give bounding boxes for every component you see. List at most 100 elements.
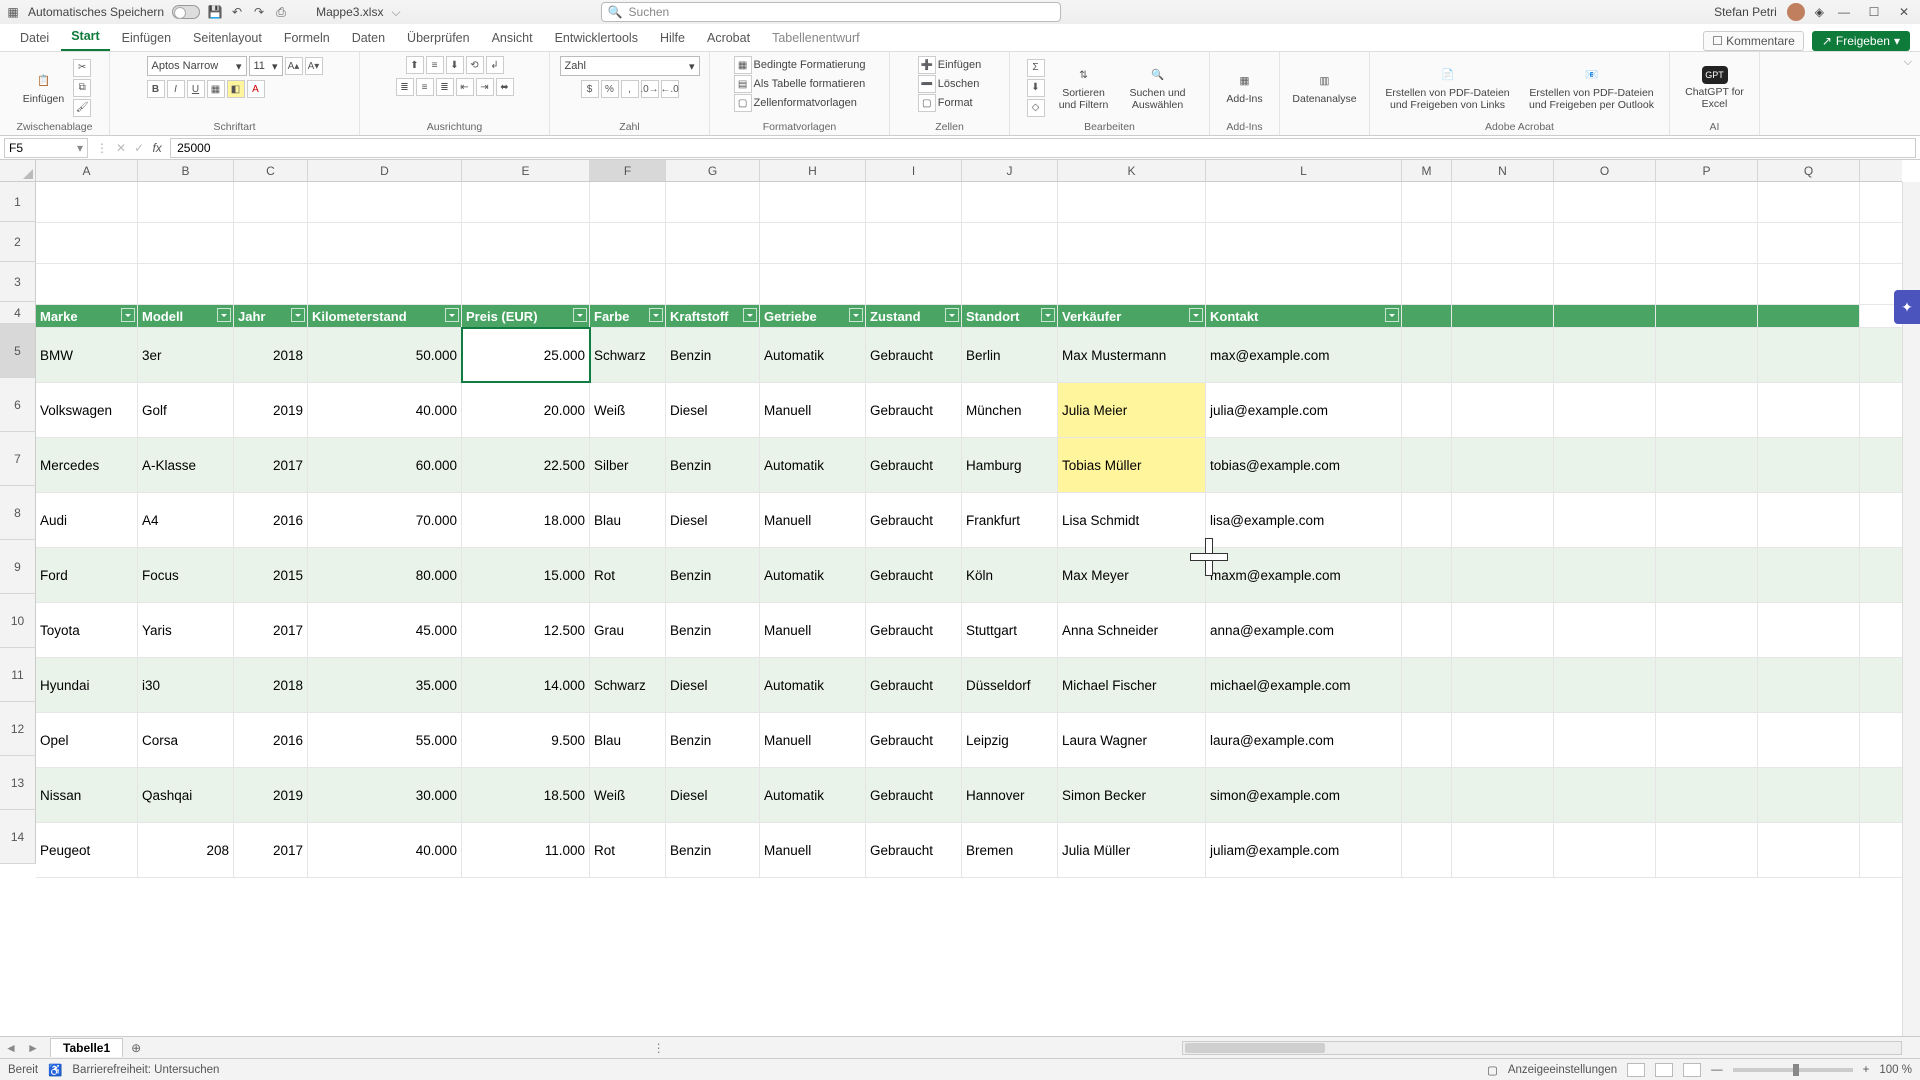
cell-C8[interactable]: 2016 bbox=[234, 493, 308, 547]
cell-I10[interactable]: Gebraucht bbox=[866, 603, 962, 657]
status-accessibility[interactable]: Barrierefreiheit: Untersuchen bbox=[72, 1064, 219, 1076]
increase-indent-icon[interactable]: ⇥ bbox=[476, 78, 494, 96]
view-page-layout-icon[interactable] bbox=[1655, 1063, 1673, 1077]
merge-icon[interactable]: ⬌ bbox=[496, 78, 514, 96]
col-header-N[interactable]: N bbox=[1452, 160, 1554, 181]
number-format-select[interactable]: Zahl▾ bbox=[560, 56, 700, 76]
tab-start[interactable]: Start bbox=[61, 25, 109, 51]
table-header-G[interactable]: Kraftstoff bbox=[666, 305, 760, 327]
cell-K7[interactable]: Tobias Müller bbox=[1058, 438, 1206, 492]
cell-N9[interactable] bbox=[1452, 548, 1554, 602]
cell-P13[interactable] bbox=[1656, 768, 1758, 822]
close-button[interactable]: ✕ bbox=[1894, 5, 1914, 19]
cell-M9[interactable] bbox=[1402, 548, 1452, 602]
cell-Q13[interactable] bbox=[1758, 768, 1860, 822]
cell-I8[interactable]: Gebraucht bbox=[866, 493, 962, 547]
cell-G8[interactable]: Diesel bbox=[666, 493, 760, 547]
cell-L8[interactable]: lisa@example.com bbox=[1206, 493, 1402, 547]
row-header-6[interactable]: 6 bbox=[0, 378, 36, 432]
font-name-select[interactable]: Aptos Narrow▾ bbox=[147, 56, 247, 76]
cell-F12[interactable]: Blau bbox=[590, 713, 666, 767]
decrease-font-icon[interactable]: A▾ bbox=[305, 57, 323, 75]
cell-H14[interactable]: Manuell bbox=[760, 823, 866, 877]
cell-B14[interactable]: 208 bbox=[138, 823, 234, 877]
col-header-J[interactable]: J bbox=[962, 160, 1058, 181]
align-middle-icon[interactable]: ≡ bbox=[426, 56, 444, 74]
horizontal-scrollbar[interactable] bbox=[1182, 1041, 1902, 1055]
cell-K10[interactable]: Anna Schneider bbox=[1058, 603, 1206, 657]
cell-J9[interactable]: Köln bbox=[962, 548, 1058, 602]
view-normal-icon[interactable] bbox=[1627, 1063, 1645, 1077]
cell-A8[interactable]: Audi bbox=[36, 493, 138, 547]
cell-J10[interactable]: Stuttgart bbox=[962, 603, 1058, 657]
font-size-select[interactable]: 11▾ bbox=[249, 56, 283, 76]
row-header-8[interactable]: 8 bbox=[0, 486, 36, 540]
cell-A11[interactable]: Hyundai bbox=[36, 658, 138, 712]
cell-H7[interactable]: Automatik bbox=[760, 438, 866, 492]
orientation-icon[interactable]: ⟲ bbox=[466, 56, 484, 74]
cell-N14[interactable] bbox=[1452, 823, 1554, 877]
cell-B13[interactable]: Qashqai bbox=[138, 768, 234, 822]
col-header-L[interactable]: L bbox=[1206, 160, 1402, 181]
cell-O11[interactable] bbox=[1554, 658, 1656, 712]
cell-O13[interactable] bbox=[1554, 768, 1656, 822]
cell-J13[interactable]: Hannover bbox=[962, 768, 1058, 822]
cancel-formula-icon[interactable]: ✕ bbox=[112, 141, 130, 155]
currency-icon[interactable]: $ bbox=[581, 80, 599, 98]
filter-button[interactable] bbox=[291, 308, 305, 322]
formula-input[interactable]: 25000 bbox=[170, 138, 1916, 158]
col-header-D[interactable]: D bbox=[308, 160, 462, 181]
cell-E8[interactable]: 18.000 bbox=[462, 493, 590, 547]
table-header-B[interactable]: Modell bbox=[138, 305, 234, 327]
filter-button[interactable] bbox=[573, 308, 587, 322]
row-header-10[interactable]: 10 bbox=[0, 594, 36, 648]
tab-hilfe[interactable]: Hilfe bbox=[650, 27, 695, 51]
cell-P7[interactable] bbox=[1656, 438, 1758, 492]
cell-E9[interactable]: 15.000 bbox=[462, 548, 590, 602]
view-page-break-icon[interactable] bbox=[1683, 1063, 1701, 1077]
clear-icon[interactable]: ◇ bbox=[1027, 99, 1045, 117]
cell-D13[interactable]: 30.000 bbox=[308, 768, 462, 822]
cell-G14[interactable]: Benzin bbox=[666, 823, 760, 877]
filter-button[interactable] bbox=[445, 308, 459, 322]
freigeben-button[interactable]: ↗Freigeben▾ bbox=[1812, 31, 1910, 51]
cell-K6[interactable]: Julia Meier bbox=[1058, 383, 1206, 437]
cell-F7[interactable]: Silber bbox=[590, 438, 666, 492]
row-header-7[interactable]: 7 bbox=[0, 432, 36, 486]
tab-daten[interactable]: Daten bbox=[342, 27, 395, 51]
cell-P6[interactable] bbox=[1656, 383, 1758, 437]
undo-icon[interactable]: ↶ bbox=[230, 5, 244, 19]
cell-G9[interactable]: Benzin bbox=[666, 548, 760, 602]
row-header-5[interactable]: 5 bbox=[0, 324, 36, 378]
sheet-nav-next[interactable]: ► bbox=[22, 1041, 44, 1055]
cell-B11[interactable]: i30 bbox=[138, 658, 234, 712]
cell-Q14[interactable] bbox=[1758, 823, 1860, 877]
row-header-11[interactable]: 11 bbox=[0, 648, 36, 702]
table-header-N[interactable] bbox=[1452, 305, 1554, 327]
zoom-slider[interactable] bbox=[1733, 1068, 1853, 1072]
cell-I5[interactable]: Gebraucht bbox=[866, 328, 962, 382]
col-header-G[interactable]: G bbox=[666, 160, 760, 181]
cell-G12[interactable]: Benzin bbox=[666, 713, 760, 767]
search-box[interactable]: 🔍 Suchen bbox=[601, 2, 1061, 22]
cell-M8[interactable] bbox=[1402, 493, 1452, 547]
cell-K12[interactable]: Laura Wagner bbox=[1058, 713, 1206, 767]
cell-J14[interactable]: Bremen bbox=[962, 823, 1058, 877]
cell-D6[interactable]: 40.000 bbox=[308, 383, 462, 437]
cell-I14[interactable]: Gebraucht bbox=[866, 823, 962, 877]
cell-D10[interactable]: 45.000 bbox=[308, 603, 462, 657]
cell-O12[interactable] bbox=[1554, 713, 1656, 767]
cell-B12[interactable]: Corsa bbox=[138, 713, 234, 767]
find-select-button[interactable]: 🔍Suchen und Auswählen bbox=[1123, 62, 1193, 114]
cell-G11[interactable]: Diesel bbox=[666, 658, 760, 712]
cell-J6[interactable]: München bbox=[962, 383, 1058, 437]
filename-chevron-icon[interactable]: ⌵ bbox=[391, 5, 400, 20]
cell-A6[interactable]: Volkswagen bbox=[36, 383, 138, 437]
table-header-Q[interactable] bbox=[1758, 305, 1860, 327]
cell-L9[interactable]: maxm@example.com bbox=[1206, 548, 1402, 602]
font-color-button[interactable]: A bbox=[247, 80, 265, 98]
cell-H13[interactable]: Automatik bbox=[760, 768, 866, 822]
cell-P8[interactable] bbox=[1656, 493, 1758, 547]
cell-F13[interactable]: Weiß bbox=[590, 768, 666, 822]
cell-N11[interactable] bbox=[1452, 658, 1554, 712]
